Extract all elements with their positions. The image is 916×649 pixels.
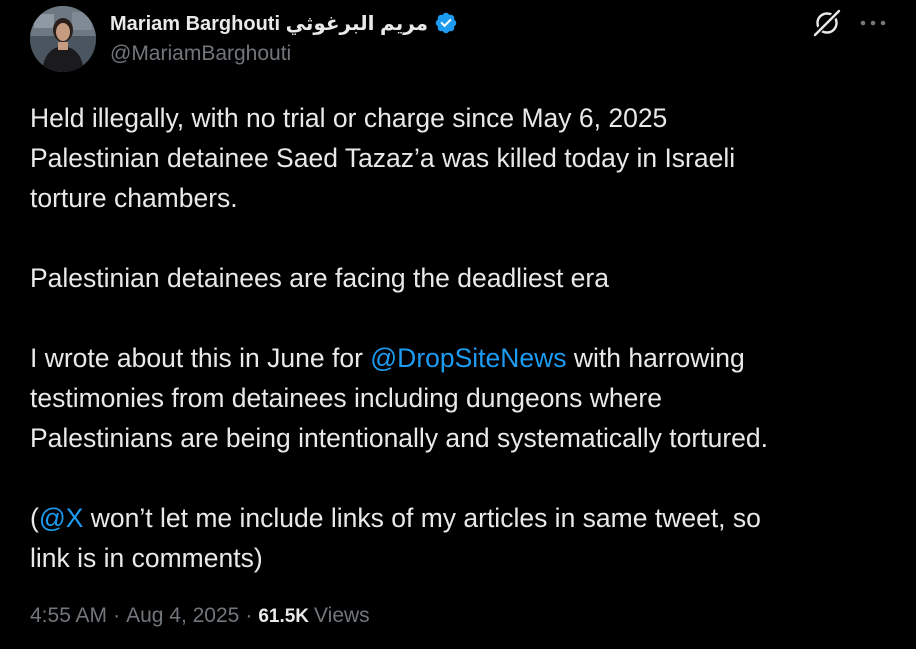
tweet-text: Held illegally, with no trial or charge … (30, 98, 890, 578)
tweet-line: torture chambers. (30, 183, 238, 213)
tweet-line: testimonies from detainees including dun… (30, 383, 662, 413)
verified-badge-icon (434, 11, 458, 35)
tweet-text-segment: with harrowing (566, 343, 745, 373)
tweet-line: Palestinians are being intentionally and… (30, 423, 768, 453)
tweet-text-segment: I wrote about this in June for (30, 343, 371, 373)
tweet-line: I wrote about this in June for @DropSite… (30, 338, 890, 378)
tweet-line: (@X won’t let me include links of my art… (30, 498, 890, 538)
meta-separator: · (113, 604, 121, 627)
grok-icon[interactable] (811, 8, 842, 38)
author-name-row: Mariam Barghouti مريم البرغوثي (110, 9, 458, 37)
author-handle[interactable]: @MariamBarghouti (110, 42, 291, 66)
tweet-time[interactable]: 4:55 AM (30, 604, 107, 628)
tweet-date[interactable]: Aug 4, 2025 (126, 604, 239, 628)
tweet-line: Held illegally, with no trial or charge … (30, 103, 668, 133)
tweet-meta: 4:55 AM · Aug 4, 2025 · 61.5K Views (30, 604, 370, 628)
mention-link-dropsitenews[interactable]: @DropSiteNews (370, 343, 566, 373)
tweet-line: Palestinian detainee Saed Tazaz’a was ki… (30, 143, 736, 173)
tweet-line: Palestinian detainees are facing the dea… (30, 263, 609, 293)
more-options-icon[interactable] (858, 10, 888, 36)
tweet-card: Mariam Barghouti مريم البرغوثي @MariamBa… (0, 0, 916, 649)
tweet-text-segment: ( (30, 503, 39, 533)
tweet-line: link is in comments) (30, 543, 263, 573)
views-count: 61.5K (258, 606, 310, 627)
avatar[interactable] (30, 6, 96, 72)
mention-link-x[interactable]: @X (39, 503, 84, 533)
meta-separator: · (245, 604, 253, 627)
views-label: Views (314, 604, 370, 627)
tweet-text-segment: won’t let me include links of my article… (83, 503, 761, 533)
author-display-name[interactable]: Mariam Barghouti مريم البرغوثي (110, 11, 428, 36)
